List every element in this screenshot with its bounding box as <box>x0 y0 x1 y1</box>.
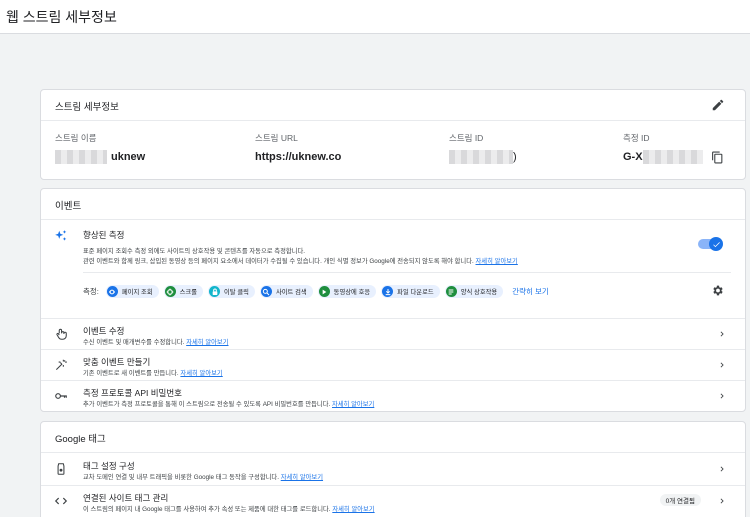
stream-url-field: 스트림 URL https://uknew.co <box>255 132 341 165</box>
manage-connected-site-tags-row[interactable]: 연결된 사이트 태그 관리 이 스트림의 페이지 내 Google 태그를 사용… <box>41 485 745 516</box>
chip-outbound-clicks: 이탈 클릭 <box>208 285 255 298</box>
stream-details-title: 스트림 세부정보 <box>55 102 119 113</box>
enhanced-desc-line2: 관련 이벤트와 함께 링크, 삽입된 동영상 등의 페이지 요소에서 데이터가 … <box>83 257 474 265</box>
key-icon <box>55 393 67 399</box>
stream-id-value: ) <box>449 149 517 165</box>
chip-video-engagement: 동영상에 호응 <box>317 285 377 298</box>
chip-site-search: 사이트 검색 <box>259 285 313 298</box>
stream-details-card: 스트림 세부정보 스트림 이름 uknew 스트림 URL https://uk… <box>40 89 746 180</box>
edit-icon[interactable] <box>711 98 725 112</box>
learn-more-link[interactable]: 자세히 알아보기 <box>186 339 228 346</box>
stream-details-header: 스트림 세부정보 <box>41 90 745 121</box>
chip-label: 이탈 클릭 <box>224 289 249 296</box>
stream-name-label: 스트림 이름 <box>55 133 97 143</box>
stream-id-suffix: ) <box>513 151 517 163</box>
row-title: 태그 설정 구성 <box>83 461 135 471</box>
play-icon <box>318 286 330 297</box>
chip-label: 페이지 조회 <box>121 289 153 296</box>
page-title: 웹 스트림 세부정보 <box>6 9 117 25</box>
chip-page-views: 페이지 조회 <box>105 285 159 298</box>
form-icon <box>445 286 457 297</box>
learn-more-link[interactable]: 자세히 알아보기 <box>332 401 374 408</box>
measuring-label: 측정: <box>83 287 99 296</box>
tag-settings-icon <box>57 463 65 475</box>
enhanced-measurement-description: 표준 페이지 조회수 측정 외에도 사이트의 상호작용 및 콘텐츠를 자동으로 … <box>83 247 643 266</box>
events-card: 이벤트 향상된 측정 표준 페이지 조회수 측정 외에도 사이트의 상호작용 및… <box>40 188 746 412</box>
stream-id-field: 스트림 ID ) <box>449 132 517 165</box>
touch-icon <box>56 328 67 340</box>
google-tag-card: Google 태그 태그 설정 구성 교차 도메인 연결 및 내부 트래픽을 비… <box>40 421 746 517</box>
crosshair-icon <box>164 286 176 297</box>
lock-icon <box>209 286 220 297</box>
learn-more-link[interactable]: 자세히 알아보기 <box>281 474 323 481</box>
learn-more-link[interactable]: 자세히 알아보기 <box>476 258 518 265</box>
stream-name-field: 스트림 이름 uknew <box>55 132 145 165</box>
measurement-id-value: G-X <box>623 149 724 165</box>
enhanced-measurement-toggle[interactable] <box>698 237 723 251</box>
redacted-block <box>642 150 703 164</box>
measurement-id-label: 측정 ID <box>623 133 650 143</box>
measuring-chips-row: 측정: 페이지 조회 스크롤 이탈 클릭 사이트 검색 동영상에 호응 파일 다… <box>83 285 549 298</box>
eye-icon <box>106 286 118 297</box>
row-title: 맞춤 이벤트 만들기 <box>83 357 151 367</box>
stream-id-label: 스트림 ID <box>449 133 484 143</box>
events-header: 이벤트 <box>41 189 745 220</box>
row-description: 교차 도메인 연결 및 내부 트래픽을 비롯한 Google 태그 동작을 구성… <box>83 474 324 481</box>
stream-name-value: uknew <box>55 149 145 165</box>
enhanced-measurement-title: 향상된 측정 <box>83 230 125 240</box>
measurement-id-field: 측정 ID G-X <box>623 132 724 165</box>
row-description: 추가 이벤트가 측정 프로토콜을 통해 이 스트림으로 전송될 수 있도록 AP… <box>83 401 375 408</box>
chip-form-interactions: 양식 상호작용 <box>444 285 504 298</box>
toggle-knob <box>709 237 723 251</box>
learn-more-link[interactable]: 자세히 알아보기 <box>332 506 374 513</box>
learn-more-link[interactable]: 자세히 알아보기 <box>180 370 222 377</box>
google-tag-title: Google 태그 <box>55 434 106 445</box>
enhanced-desc-line1: 표준 페이지 조회수 측정 외에도 사이트의 상호작용 및 콘텐츠를 자동으로 … <box>83 248 306 255</box>
chip-label: 동영상에 호응 <box>333 289 371 296</box>
modify-events-row[interactable]: 이벤트 수정 수신 이벤트 및 매개변수를 수정합니다. 자세히 알아보기 <box>41 318 745 349</box>
row-description: 이 스트림의 페이지 내 Google 태그를 사용하여 추가 속성 또는 제품… <box>83 506 375 513</box>
google-tag-header: Google 태그 <box>41 422 745 453</box>
code-icon <box>54 497 68 505</box>
chip-file-downloads: 파일 다운로드 <box>381 285 440 298</box>
stream-url-label: 스트림 URL <box>255 133 298 143</box>
configure-tag-settings-row[interactable]: 태그 설정 구성 교차 도메인 연결 및 내부 트래픽을 비롯한 Google … <box>41 454 745 485</box>
divider <box>83 272 731 273</box>
measurement-protocol-api-secrets-row[interactable]: 측정 프로토콜 API 비밀번호 추가 이벤트가 측정 프로토콜을 통해 이 스… <box>41 380 745 411</box>
show-less-link[interactable]: 간략히 보기 <box>512 286 549 297</box>
stream-url-value: https://uknew.co <box>255 151 342 163</box>
chip-label: 파일 다운로드 <box>397 289 434 296</box>
chip-label: 양식 상호작용 <box>460 289 498 296</box>
sparkle-icon <box>55 230 67 241</box>
top-bar: 웹 스트림 세부정보 <box>0 0 750 34</box>
gear-icon[interactable] <box>711 284 724 297</box>
row-title: 연결된 사이트 태그 관리 <box>83 493 169 503</box>
enhanced-measurement-section: 향상된 측정 표준 페이지 조회수 측정 외에도 사이트의 상호작용 및 콘텐츠… <box>41 221 745 317</box>
search-icon <box>260 286 272 297</box>
chevron-right-icon <box>720 498 724 504</box>
chevron-right-icon <box>720 331 724 337</box>
chip-label: 사이트 검색 <box>275 289 307 296</box>
measurement-id-prefix: G-X <box>623 151 643 163</box>
redacted-block <box>55 150 107 164</box>
chip-scroll: 스크롤 <box>163 285 203 298</box>
redacted-block <box>449 150 513 164</box>
row-description: 수신 이벤트 및 매개변수를 수정합니다. 자세히 알아보기 <box>83 339 229 346</box>
events-title: 이벤트 <box>55 201 82 212</box>
chip-label: 스크롤 <box>179 289 197 296</box>
connected-count-badge: 0개 연결됨 <box>659 494 701 506</box>
chevron-right-icon <box>720 466 724 472</box>
row-title: 이벤트 수정 <box>83 326 125 336</box>
stream-name-text: uknew <box>111 151 146 163</box>
copy-icon[interactable] <box>711 151 724 164</box>
chevron-right-icon <box>720 393 724 399</box>
row-description: 기존 이벤트로 새 이벤트를 만듭니다. 자세히 알아보기 <box>83 370 223 377</box>
row-title: 측정 프로토콜 API 비밀번호 <box>83 388 182 398</box>
check-icon <box>712 241 720 247</box>
magic-wand-icon <box>55 359 67 371</box>
create-custom-event-row[interactable]: 맞춤 이벤트 만들기 기존 이벤트로 새 이벤트를 만듭니다. 자세히 알아보기 <box>41 349 745 380</box>
chevron-right-icon <box>720 362 724 368</box>
download-icon <box>382 286 394 297</box>
